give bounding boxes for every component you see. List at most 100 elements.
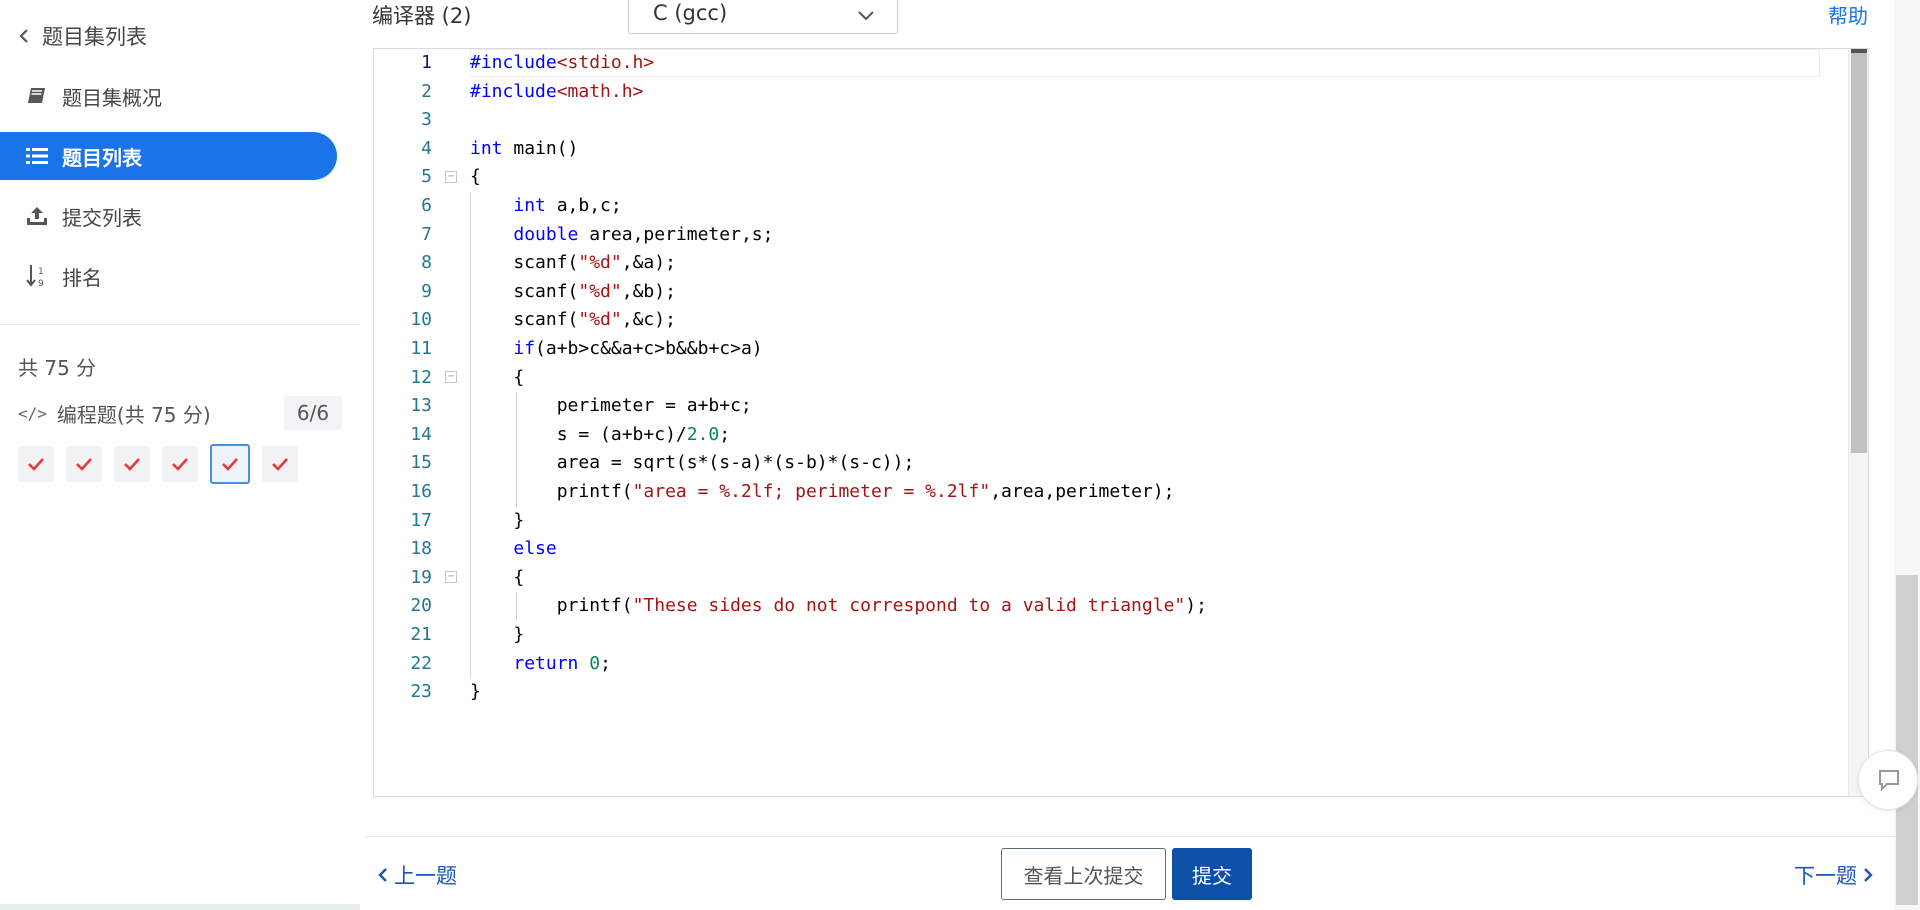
compiler-select[interactable]: C (gcc) — [628, 0, 898, 34]
code-line: else — [513, 538, 557, 560]
sidebar-item-rank[interactable]: 19 排名 — [22, 252, 102, 300]
chevron-left-icon — [378, 868, 387, 882]
line-number: 19 — [410, 566, 432, 588]
line-number: 5 — [421, 166, 432, 188]
chevron-right-icon — [1864, 868, 1873, 882]
line-number-gutter: 1 2 3 4 5 6 7 8 9 10 11 12 13 14 15 16 1… — [374, 49, 457, 796]
upload-icon — [22, 206, 52, 226]
problem-box-6[interactable] — [262, 446, 298, 482]
check-icon — [222, 458, 238, 471]
code-line: scanf("%d",&c); — [470, 309, 676, 331]
chevron-down-icon — [857, 3, 875, 27]
svg-text:9: 9 — [38, 279, 44, 288]
code-line: { — [470, 366, 525, 388]
code-line: scanf("%d",&b); — [470, 280, 676, 302]
compiler-selected-value: C (gcc) — [653, 1, 728, 25]
code-line: } — [470, 509, 525, 531]
line-number: 18 — [410, 538, 432, 560]
next-label: 下一题 — [1794, 864, 1857, 888]
code-line: s = (a+b+c)/2.0; — [470, 423, 731, 445]
line-number: 2 — [421, 80, 432, 102]
code-line: if(a+b>c&&a+c>b&&b+c>a) — [513, 338, 763, 359]
code-line: double area,perimeter,s; — [513, 223, 774, 245]
page-scroll-thumb[interactable] — [1896, 575, 1918, 905]
code-line: int a,b,c; — [513, 195, 622, 216]
editor-scrollbar[interactable] — [1848, 49, 1868, 796]
footer-divider — [365, 836, 1895, 837]
line-number: 23 — [410, 681, 432, 703]
section-label: 编程题(共 75 分) — [56, 402, 211, 427]
code-lines: #include<stdio.h> #include<math.h> int mai… — [470, 49, 1848, 796]
line-number: 7 — [421, 223, 432, 245]
code-line: { — [470, 566, 525, 588]
compiler-label: 编译器 (2) — [372, 4, 472, 28]
problem-box-5-current[interactable] — [210, 444, 250, 484]
code-line: } — [470, 681, 481, 703]
sidebar-bottom-strip — [0, 904, 360, 910]
sidebar-item-label: 题目集概况 — [62, 85, 162, 110]
feedback-button[interactable] — [1858, 750, 1918, 810]
sidebar-item-label: 题目列表 — [62, 145, 142, 170]
book-icon — [22, 86, 52, 106]
submit-button[interactable]: 提交 — [1172, 848, 1252, 900]
code-line: printf("area = %.2lf; perimeter = %.2lf"… — [470, 481, 1175, 502]
sort-numeric-icon: 19 — [22, 264, 52, 288]
editor-scroll-thumb[interactable] — [1851, 53, 1867, 453]
line-number: 8 — [421, 252, 432, 274]
line-number: 21 — [410, 624, 432, 645]
view-last-submission-button[interactable]: 查看上次提交 — [1001, 848, 1166, 900]
next-problem-link[interactable]: 下一题 — [1794, 860, 1873, 890]
problem-box-2[interactable] — [66, 446, 102, 482]
code-line: perimeter = a+b+c; — [470, 395, 752, 417]
code-line: #include<math.h> — [470, 80, 644, 102]
line-number: 22 — [410, 652, 432, 674]
problem-box-3[interactable] — [114, 446, 150, 482]
chevron-left-icon — [14, 28, 34, 44]
check-icon — [28, 458, 44, 471]
help-link[interactable]: 帮助 — [1828, 0, 1868, 29]
code-line: int main() — [470, 137, 579, 159]
check-icon — [76, 458, 92, 471]
previous-problem-link[interactable]: 上一题 — [378, 860, 457, 890]
line-number: 3 — [421, 109, 432, 131]
code-line: { — [470, 166, 481, 188]
code-line: scanf("%d",&a); — [470, 252, 676, 274]
previous-label: 上一题 — [394, 864, 457, 888]
sidebar-item-label: 排名 — [62, 265, 102, 290]
section-programming[interactable]: </> 编程题(共 75 分) 6/6 — [18, 396, 342, 430]
sidebar-divider — [0, 324, 360, 325]
line-number: 17 — [410, 509, 432, 531]
fold-toggle-icon[interactable]: − — [445, 171, 457, 183]
line-number: 15 — [410, 452, 432, 474]
line-number: 13 — [410, 395, 432, 417]
code-editor[interactable]: 1 2 3 4 5 6 7 8 9 10 11 12 13 14 15 16 1… — [373, 48, 1869, 797]
line-number: 12 — [410, 366, 432, 388]
sidebar-item-overview[interactable]: 题目集概况 — [22, 72, 162, 120]
problem-box-1[interactable] — [18, 446, 54, 482]
code-line: printf("These sides do not correspond to… — [470, 595, 1207, 617]
line-number: 10 — [410, 309, 432, 331]
sidebar: 题目集列表 题目集概况 题目列表 提交列表 19 排名 共 75 分 </> 编… — [0, 0, 360, 910]
code-line: } — [470, 624, 525, 645]
fold-toggle-icon[interactable]: − — [445, 371, 457, 383]
back-to-problem-sets-link[interactable]: 题目集列表 — [14, 12, 147, 60]
line-number: 14 — [410, 423, 432, 445]
chat-bubble-icon — [1879, 770, 1899, 792]
sidebar-item-submissions[interactable]: 提交列表 — [22, 192, 142, 240]
problem-grid — [18, 444, 298, 484]
fold-toggle-icon[interactable]: − — [445, 571, 457, 583]
line-number: 16 — [410, 481, 432, 502]
sidebar-item-problem-list[interactable]: 题目列表 — [0, 132, 337, 180]
code-line: area = sqrt(s*(s-a)*(s-b)*(s-c)); — [470, 452, 915, 474]
code-icon: </> — [18, 403, 47, 423]
problem-box-4[interactable] — [162, 446, 198, 482]
line-number: 9 — [421, 280, 432, 302]
line-number: 11 — [410, 338, 432, 359]
check-icon — [172, 458, 188, 471]
back-label: 题目集列表 — [42, 25, 147, 49]
check-icon — [272, 458, 288, 471]
total-score: 共 75 分 — [18, 356, 97, 380]
line-number: 4 — [421, 137, 432, 159]
list-icon — [22, 147, 52, 165]
section-count-badge: 6/6 — [284, 396, 342, 430]
